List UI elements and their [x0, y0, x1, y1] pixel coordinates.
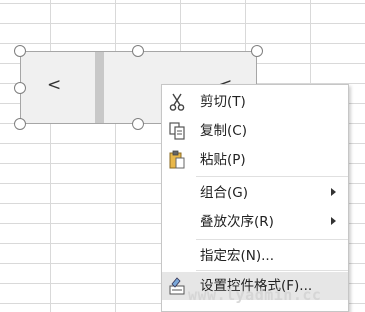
submenu-arrow-icon	[331, 217, 336, 225]
menu-separator	[196, 270, 348, 271]
resize-handle-top-left[interactable]	[14, 45, 26, 57]
menu-item-group[interactable]: 组合(G)	[162, 179, 348, 207]
submenu-arrow-icon	[331, 188, 336, 196]
menu-item-paste[interactable]: 粘贴(P)	[162, 146, 348, 174]
menu-item-assign-macro[interactable]: 指定宏(N)...	[162, 242, 348, 270]
resize-handle-bottom-left[interactable]	[14, 118, 26, 130]
menu-item-label: 剪切(T)	[200, 94, 246, 110]
resize-handle-middle-left[interactable]	[14, 82, 26, 94]
scroll-thumb[interactable]	[95, 52, 104, 123]
menu-separator	[196, 176, 348, 177]
menu-separator	[196, 239, 348, 240]
format-control-icon	[168, 276, 186, 296]
resize-handle-top-center[interactable]	[132, 45, 144, 57]
menu-item-label: 粘贴(P)	[200, 152, 246, 168]
menu-item-cut[interactable]: 剪切(T)	[162, 88, 348, 116]
context-menu: 剪切(T) 复制(C) 粘贴(P) 组合(G) 叠放次序(R) 指定宏(N)..…	[161, 84, 349, 312]
scroll-left-arrow[interactable]: <	[47, 75, 61, 95]
resize-handle-top-right[interactable]	[251, 45, 263, 57]
menu-item-copy[interactable]: 复制(C)	[162, 117, 348, 145]
menu-item-label: 复制(C)	[200, 123, 247, 139]
scissors-icon	[168, 92, 186, 112]
menu-item-label: 叠放次序(R)	[200, 214, 274, 230]
paste-icon	[168, 150, 186, 170]
menu-item-order[interactable]: 叠放次序(R)	[162, 208, 348, 236]
menu-item-label: 指定宏(N)...	[200, 248, 275, 264]
watermark: www.lyadmin.cc	[188, 286, 322, 304]
resize-handle-bottom-center[interactable]	[132, 118, 144, 130]
copy-icon	[168, 121, 186, 141]
menu-item-label: 组合(G)	[200, 185, 248, 201]
